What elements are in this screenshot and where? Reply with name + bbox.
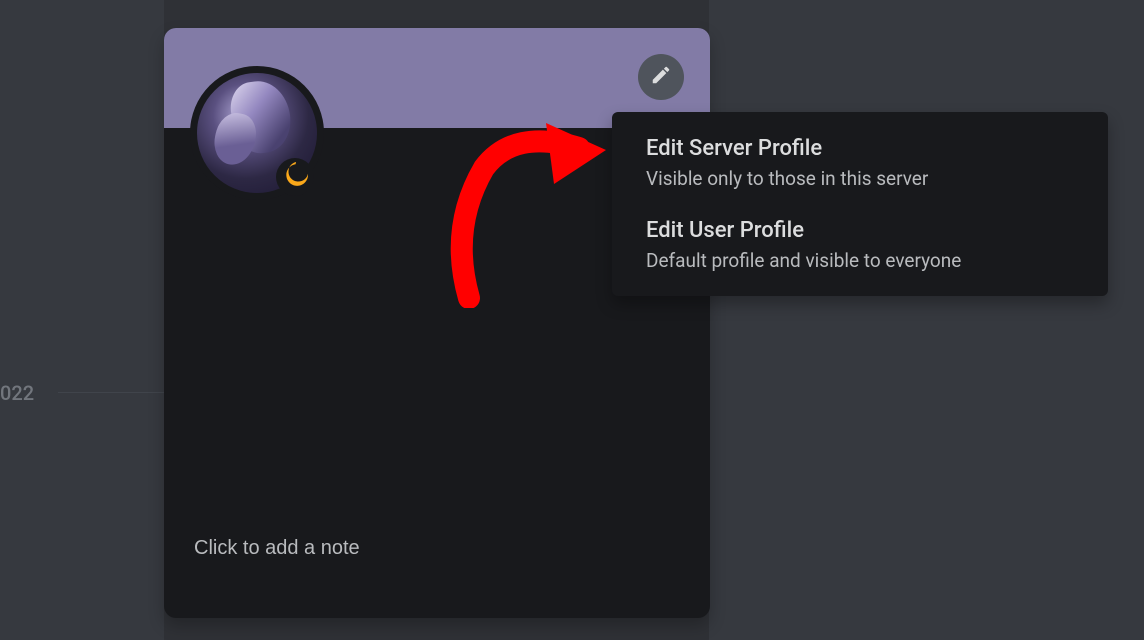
status-indicator (276, 158, 314, 196)
note-input[interactable] (194, 537, 494, 560)
divider-line (58, 392, 164, 393)
year-label: 022 (0, 381, 34, 405)
menu-item-edit-user-profile[interactable]: Edit User Profile Default profile and vi… (612, 204, 1108, 286)
background-panel-right (709, 0, 1144, 640)
menu-item-title: Edit User Profile (646, 218, 1074, 243)
menu-item-title: Edit Server Profile (646, 136, 1074, 161)
menu-item-edit-server-profile[interactable]: Edit Server Profile Visible only to thos… (612, 122, 1108, 204)
menu-item-subtitle: Default profile and visible to everyone (646, 249, 1074, 272)
pencil-icon (650, 64, 672, 90)
idle-status-icon (282, 162, 308, 192)
edit-profile-dropdown: Edit Server Profile Visible only to thos… (612, 112, 1108, 296)
menu-item-subtitle: Visible only to those in this server (646, 167, 1074, 190)
background-panel-left (0, 0, 164, 640)
avatar-container (190, 66, 324, 200)
edit-profile-button[interactable] (638, 54, 684, 100)
